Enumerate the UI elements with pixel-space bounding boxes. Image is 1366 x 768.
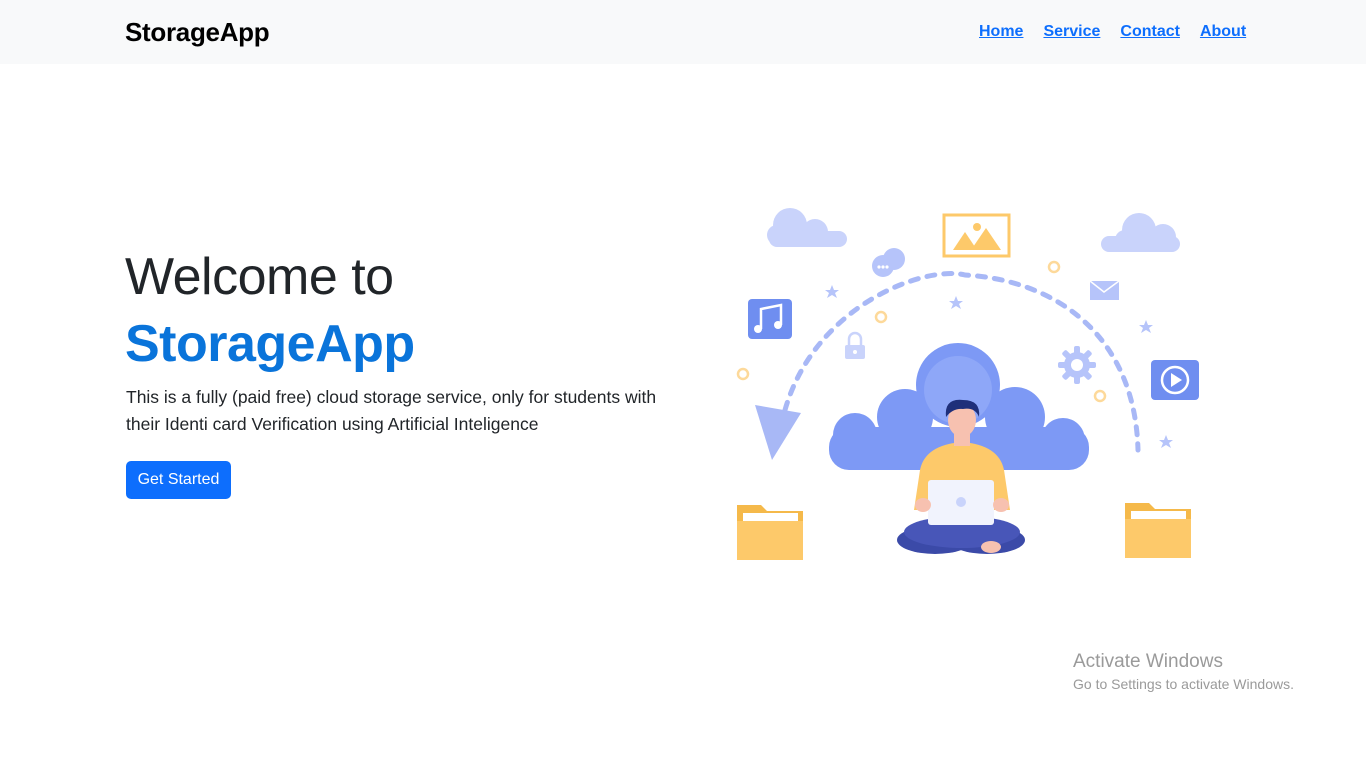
navbar-brand[interactable]: StorageApp [125, 17, 270, 48]
nav-link-service[interactable]: Service [1043, 23, 1100, 41]
image-icon [942, 213, 1011, 258]
navbar: StorageApp Home Service Contact About [0, 0, 1366, 64]
watermark-title: Activate Windows [1073, 651, 1223, 672]
gear-icon [1058, 346, 1096, 384]
arrow-icon [755, 405, 801, 460]
folder-icon [737, 505, 803, 560]
cloud-icon [767, 208, 847, 247]
nav-link-about[interactable]: About [1200, 23, 1246, 41]
get-started-button[interactable]: Get Started [126, 461, 231, 499]
cloud-icon [1101, 213, 1180, 252]
mail-icon [1089, 280, 1120, 300]
lock-icon [845, 331, 865, 359]
hero-illustration [736, 208, 1199, 560]
chat-icon [872, 248, 905, 277]
windows-activation-watermark: Activate Windows Go to Settings to activ… [1073, 651, 1294, 694]
folder-icon [1125, 503, 1191, 558]
music-icon [748, 299, 792, 339]
nav-link-home[interactable]: Home [979, 23, 1023, 41]
nav-link-contact[interactable]: Contact [1120, 23, 1180, 41]
hero-title: Welcome to [125, 248, 394, 306]
play-icon [1151, 360, 1199, 400]
nav-links: Home Service Contact About [979, 23, 1246, 41]
hero-description: This is a fully (paid free) cloud storag… [126, 387, 657, 434]
laptop-icon [928, 480, 994, 525]
watermark-subtitle: Go to Settings to activate Windows. [1073, 676, 1294, 692]
hero-brand: StorageApp [125, 315, 415, 373]
